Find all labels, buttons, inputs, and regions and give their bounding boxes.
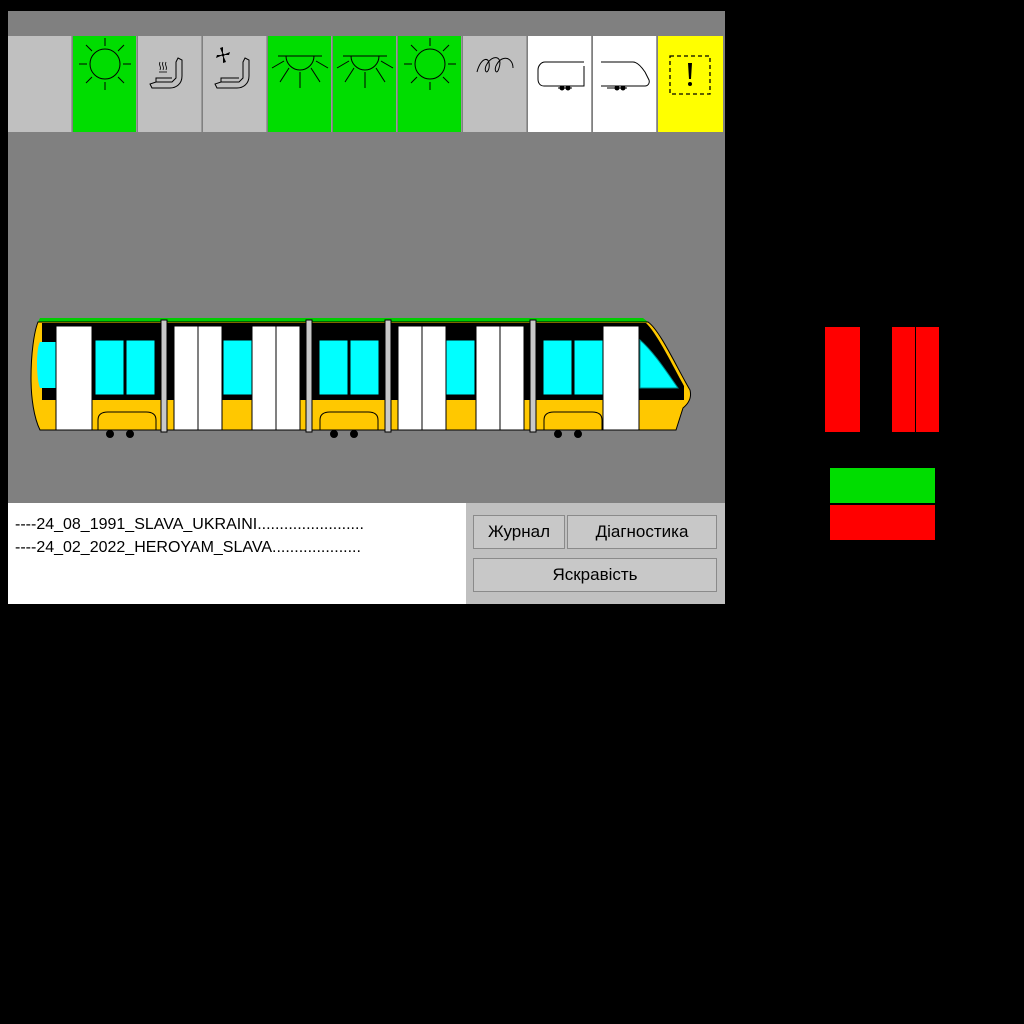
- window: [573, 339, 604, 396]
- status-tile-heated-seat[interactable]: [138, 36, 202, 132]
- event-log: ----24_08_1991_SLAVA_UKRAINI............…: [8, 503, 466, 604]
- status-tile-ceiling-light-1[interactable]: [268, 36, 332, 132]
- coil-spring-icon: [476, 57, 514, 73]
- articulation-joint: [384, 319, 392, 433]
- window: [542, 339, 573, 396]
- window: [125, 339, 156, 396]
- status-tile-warning[interactable]: [658, 36, 723, 132]
- window: [318, 339, 349, 396]
- ceiling-light-icon: [271, 55, 329, 88]
- status-tile-blank[interactable]: [8, 36, 72, 132]
- tram-rear-cab-icon: [537, 61, 585, 91]
- log-line: ----24_08_1991_SLAVA_UKRAINI............…: [15, 516, 364, 533]
- rear-cab-window: [37, 342, 56, 388]
- wheel: [554, 430, 562, 438]
- sun-icon: [79, 38, 131, 90]
- door: [602, 325, 640, 431]
- status-tile-front-cab[interactable]: [593, 36, 657, 132]
- journal-button[interactable]: Журнал: [473, 515, 565, 549]
- window: [222, 339, 253, 396]
- tram-status-panel: ----24_08_1991_SLAVA_UKRAINI............…: [8, 11, 725, 604]
- warning-exclamation-icon: [669, 55, 711, 95]
- left-alarm-block: [825, 327, 860, 432]
- door: [251, 325, 277, 431]
- status-tile-sun-2[interactable]: [398, 36, 462, 132]
- wheel: [106, 430, 114, 438]
- ventilated-seat-icon: [214, 47, 250, 89]
- wheel: [126, 430, 134, 438]
- train-view: [8, 132, 725, 503]
- door: [421, 325, 447, 431]
- door: [275, 325, 301, 431]
- door: [55, 325, 93, 431]
- brightness-button[interactable]: Яскравість: [473, 558, 717, 592]
- window: [349, 339, 380, 396]
- door: [499, 325, 525, 431]
- articulation-joint: [529, 319, 537, 433]
- sun-icon: [404, 38, 456, 90]
- status-tile-ceiling-light-2[interactable]: [333, 36, 397, 132]
- right-alarm-block: [892, 327, 939, 432]
- window: [445, 339, 476, 396]
- block-divider: [915, 327, 916, 432]
- status-bar-alarm: [830, 505, 935, 540]
- door: [173, 325, 199, 431]
- status-bar-ok: [830, 468, 935, 503]
- door: [475, 325, 501, 431]
- tram-diagram: [30, 318, 691, 438]
- tram-front-cab-icon: [601, 61, 650, 91]
- status-icon-bar: [8, 36, 725, 132]
- articulation-joint: [160, 319, 168, 433]
- wheel: [330, 430, 338, 438]
- status-tile-coil-spring[interactable]: [463, 36, 527, 132]
- roof-stripe: [38, 318, 648, 322]
- status-tile-ventilated-seat[interactable]: [203, 36, 267, 132]
- wheel: [574, 430, 582, 438]
- control-buttons: Журнал Діагностика Яскравість: [466, 503, 725, 604]
- door: [397, 325, 423, 431]
- articulation-joint: [305, 319, 313, 433]
- window: [94, 339, 125, 396]
- status-tile-rear-cab[interactable]: [528, 36, 592, 132]
- ceiling-light-icon: [336, 55, 394, 88]
- door: [197, 325, 223, 431]
- heated-seat-icon: [149, 57, 183, 89]
- status-tile-sun[interactable]: [73, 36, 137, 132]
- log-line: ----24_02_2022_HEROYAM_SLAVA............…: [15, 539, 361, 556]
- wheel: [350, 430, 358, 438]
- diagnostics-button[interactable]: Діагностика: [567, 515, 717, 549]
